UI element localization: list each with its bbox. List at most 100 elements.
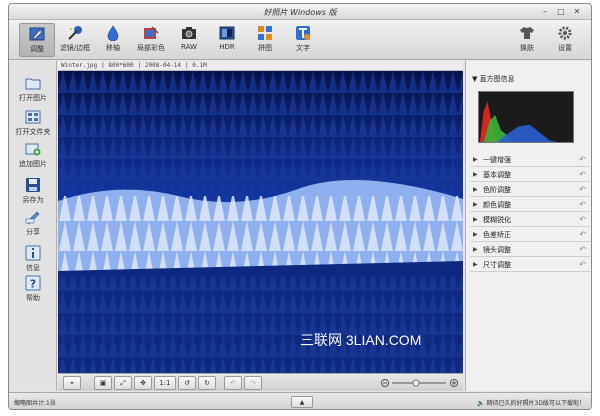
folder-grid-icon bbox=[25, 110, 41, 124]
tool-adjust[interactable]: 调整 bbox=[19, 23, 55, 57]
undo-icon: ↶ bbox=[230, 379, 236, 387]
histogram-title: 直方图信息 bbox=[479, 75, 515, 83]
hdr-icon bbox=[219, 26, 235, 40]
sidebar-item-save-as[interactable]: 另存为 bbox=[9, 177, 57, 205]
move-button[interactable]: ✥ bbox=[134, 376, 152, 390]
panel-row-label: 一键增强 bbox=[483, 156, 511, 164]
sidebar-item-label: 分享 bbox=[26, 228, 40, 236]
sidebar-item-open-folder[interactable]: 打开文件夹 bbox=[9, 109, 57, 137]
close-icon[interactable]: ✕ bbox=[571, 7, 583, 17]
redo-icon: ↷ bbox=[250, 379, 256, 387]
triangle-right-icon: ▶ bbox=[473, 231, 478, 238]
thumbnail-toggle-button[interactable]: ▲ bbox=[291, 396, 313, 408]
triangle-right-icon: ▶ bbox=[473, 186, 478, 193]
fullscreen-button[interactable]: ⤢ bbox=[114, 376, 132, 390]
settings-button[interactable]: 设置 bbox=[547, 23, 583, 57]
histogram-header[interactable]: ▼ 直方图信息 bbox=[472, 74, 515, 84]
fit-window-button[interactable]: ▣ bbox=[94, 376, 112, 390]
thumbnail-count: 缩略图共计:1张 bbox=[14, 400, 56, 407]
sidebar-item-label: 帮助 bbox=[26, 294, 40, 302]
drop-icon bbox=[107, 25, 119, 41]
panel-row-label: 颜色调整 bbox=[483, 201, 511, 209]
reset-arrow-icon[interactable]: ↶ bbox=[579, 245, 586, 254]
image-toolbar: ⌖ ▣ ⤢ ✥ 1:1 ↺ ↻ ↶ ↷ bbox=[58, 373, 463, 391]
sidebar-item-label: 另存为 bbox=[22, 196, 44, 204]
tool-filter-frame-label: 滤镜/边框 bbox=[59, 44, 91, 52]
fit-window-icon: ▣ bbox=[99, 379, 107, 387]
settings-label: 设置 bbox=[558, 44, 572, 52]
reset-arrow-icon[interactable]: ↶ bbox=[579, 230, 586, 239]
panel-row-blur-sharpen[interactable]: ▶ 模糊锐化 ↶ bbox=[470, 213, 590, 227]
tool-raw-label: RAW bbox=[181, 43, 197, 51]
tool-filter-frame[interactable]: 滤镜/边框 bbox=[57, 23, 93, 57]
help-icon: ? bbox=[25, 275, 41, 291]
window-title: 好照片 Windows 版 bbox=[263, 8, 337, 17]
promo-message[interactable]: 🔈 期待已久的好照片3D版可以下载啦！ bbox=[477, 398, 585, 407]
share-icon bbox=[25, 211, 40, 225]
promo-message-text: 期待已久的好照片3D版可以下载啦！ bbox=[486, 400, 585, 407]
zoom-slider[interactable] bbox=[380, 378, 460, 388]
minimize-icon[interactable]: – bbox=[539, 7, 551, 17]
crop-icon: ⌖ bbox=[70, 379, 74, 387]
image-filename: Winter.jpg bbox=[61, 62, 98, 69]
reset-arrow-icon[interactable]: ↶ bbox=[579, 185, 586, 194]
panel-row-color[interactable]: ▶ 颜色调整 ↶ bbox=[470, 198, 590, 212]
sidebar-item-append-image[interactable]: 追加图片 bbox=[9, 141, 57, 169]
magic-wand-icon bbox=[68, 26, 82, 40]
tool-tilt-shift[interactable]: 移轴 bbox=[95, 23, 131, 57]
reset-arrow-icon[interactable]: ↶ bbox=[579, 155, 586, 164]
sidebar-item-share[interactable]: 分享 bbox=[9, 209, 57, 237]
tool-raw[interactable]: RAW bbox=[171, 23, 207, 57]
tool-local-color-label: 局部彩色 bbox=[137, 44, 165, 52]
triangle-right-icon: ▶ bbox=[473, 246, 478, 253]
maximize-icon[interactable]: □ bbox=[555, 7, 567, 17]
collage-icon bbox=[258, 26, 272, 40]
main-toolbar: 调整 滤镜/边框 移轴 局部彩色 RAW HDR 拼图 文字 换肤 设置 bbox=[9, 20, 591, 60]
tool-local-color[interactable]: 局部彩色 bbox=[133, 23, 169, 57]
panel-row-label: 尺寸调整 bbox=[483, 261, 511, 269]
reset-arrow-icon[interactable]: ↶ bbox=[579, 170, 586, 179]
triangle-right-icon: ▶ bbox=[473, 261, 478, 268]
move-icon: ✥ bbox=[140, 379, 146, 387]
add-image-icon bbox=[25, 143, 41, 156]
panel-row-auto-enhance[interactable]: ▶ 一键增强 ↶ bbox=[470, 153, 590, 167]
camera-icon bbox=[182, 27, 196, 39]
panel-row-label: 模糊锐化 bbox=[483, 216, 511, 224]
gear-icon bbox=[558, 26, 572, 40]
left-sidebar: 打开图片 打开文件夹 追加图片 另存为 分享 信息 ? 帮助 bbox=[9, 61, 57, 391]
triangle-up-icon: ▲ bbox=[299, 399, 305, 406]
sidebar-item-info[interactable]: 信息 bbox=[9, 245, 57, 273]
panel-row-resize[interactable]: ▶ 尺寸调整 ↶ bbox=[470, 258, 590, 272]
redo-button[interactable]: ↷ bbox=[244, 376, 262, 390]
zoom-handle[interactable] bbox=[412, 379, 420, 387]
reset-arrow-icon[interactable]: ↶ bbox=[579, 215, 586, 224]
tool-hdr[interactable]: HDR bbox=[209, 23, 245, 57]
tool-adjust-label: 调整 bbox=[30, 45, 44, 53]
reset-arrow-icon[interactable]: ↶ bbox=[579, 260, 586, 269]
watermark: 三联网 3LIAN.COM bbox=[300, 332, 422, 348]
tool-text[interactable]: 文字 bbox=[285, 23, 321, 57]
image-info-bar: Winter.jpg | 800*600 | 2008-04-14 | 0.1M bbox=[58, 61, 463, 71]
panel-row-lens[interactable]: ▶ 镜头调整 ↶ bbox=[470, 243, 590, 257]
tool-collage[interactable]: 拼图 bbox=[247, 23, 283, 57]
reset-arrow-icon[interactable]: ↶ bbox=[579, 200, 586, 209]
sidebar-item-help[interactable]: ? 帮助 bbox=[9, 275, 57, 303]
tool-collage-label: 拼图 bbox=[258, 44, 272, 52]
crop-button[interactable]: ⌖ bbox=[63, 376, 81, 390]
rotate-left-button[interactable]: ↺ bbox=[178, 376, 196, 390]
tool-hdr-label: HDR bbox=[219, 43, 235, 51]
panel-row-chromatic[interactable]: ▶ 色差矫正 ↶ bbox=[470, 228, 590, 242]
adjust-panel: ▼ 直方图信息 ▶ 一键增强 ↶ ▶ 基本调整 ↶ ▶ 色阶调整 ↶ ▶ 颜色调… bbox=[465, 61, 591, 391]
floppy-disk-icon bbox=[26, 178, 40, 192]
panel-row-label: 色阶调整 bbox=[483, 186, 511, 194]
shirt-icon bbox=[520, 27, 534, 39]
photo-canvas[interactable] bbox=[58, 71, 463, 373]
sidebar-item-open-image[interactable]: 打开图片 bbox=[9, 75, 57, 103]
rotate-right-button[interactable]: ↻ bbox=[198, 376, 216, 390]
skin-button[interactable]: 换肤 bbox=[509, 23, 545, 57]
skin-label: 换肤 bbox=[520, 44, 534, 52]
undo-button[interactable]: ↶ bbox=[224, 376, 242, 390]
panel-row-basic[interactable]: ▶ 基本调整 ↶ bbox=[470, 168, 590, 182]
actual-size-button[interactable]: 1:1 bbox=[154, 376, 176, 390]
panel-row-levels[interactable]: ▶ 色阶调整 ↶ bbox=[470, 183, 590, 197]
